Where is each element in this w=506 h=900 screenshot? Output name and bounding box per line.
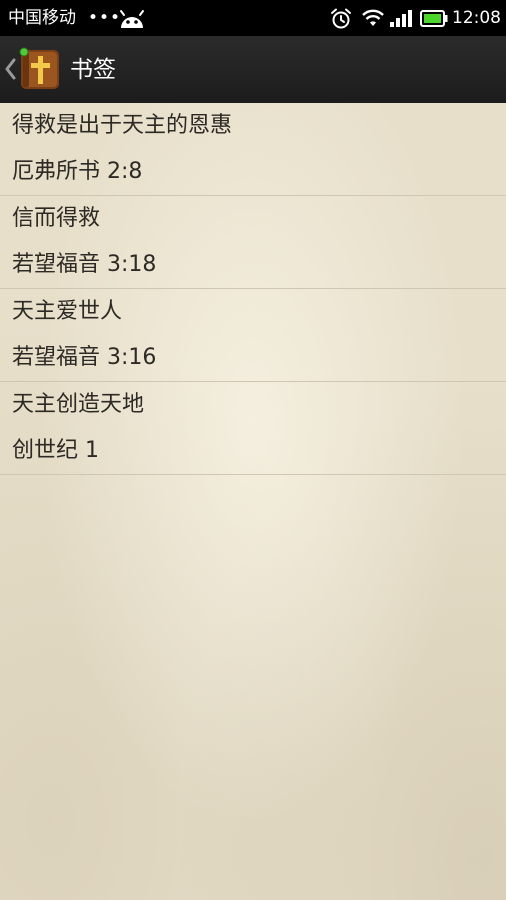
chevron-left-icon[interactable] — [4, 58, 18, 84]
bookmark-item[interactable]: 信而得救 若望福音 3:18 — [0, 196, 506, 289]
bible-cross-icon[interactable] — [18, 47, 62, 95]
page-title: 书签 — [70, 57, 116, 83]
battery-icon — [420, 10, 448, 32]
bookmark-title: 信而得救 — [12, 206, 101, 231]
bookmark-reference: 创世纪 1 — [12, 438, 99, 463]
bookmark-reference: 若望福音 3:18 — [12, 252, 157, 277]
bookmark-title: 天主爱世人 — [12, 299, 123, 324]
bookmark-list: 得救是出于天主的恩惠 厄弗所书 2:8 信而得救 若望福音 3:18 天主爱世人… — [0, 103, 506, 900]
bookmark-item[interactable]: 天主爱世人 若望福音 3:16 — [0, 289, 506, 382]
carrier-name: 中国移动 — [8, 8, 76, 28]
bookmark-item[interactable]: 得救是出于天主的恩惠 厄弗所书 2:8 — [0, 103, 506, 196]
action-bar: 书签 — [0, 36, 506, 104]
clock-time: 12:08 — [452, 8, 501, 28]
bookmark-title: 天主创造天地 — [12, 392, 145, 417]
bookmark-reference: 若望福音 3:16 — [12, 345, 157, 370]
bookmark-item[interactable]: 天主创造天地 创世纪 1 — [0, 382, 506, 475]
status-bar: 中国移动 ••• 12:08 — [0, 0, 506, 36]
android-icon — [118, 9, 146, 34]
wifi-icon — [361, 8, 385, 33]
bookmark-reference: 厄弗所书 2:8 — [12, 159, 143, 184]
more-notifications-indicator: ••• — [88, 8, 122, 28]
bookmark-title: 得救是出于天主的恩惠 — [12, 113, 233, 138]
alarm-icon — [330, 8, 352, 34]
signal-icon — [389, 9, 413, 32]
